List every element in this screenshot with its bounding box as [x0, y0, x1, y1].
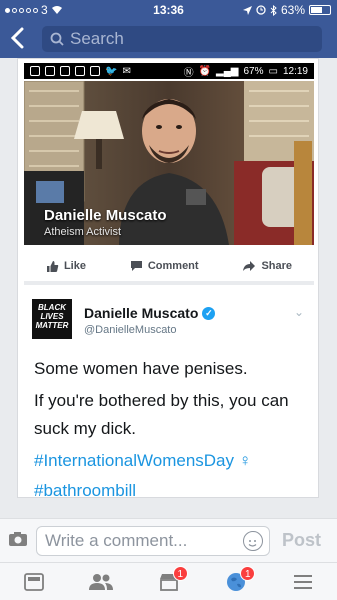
battery-icon — [309, 5, 331, 15]
status-bar: 3 13:36 63% — [0, 0, 337, 20]
tweet-text-line: suck my dick. — [34, 419, 137, 438]
comment-input[interactable]: Write a comment... — [36, 526, 270, 556]
signal-icon: ▂▄▆ — [216, 65, 239, 77]
navigation-bar: Search — [0, 20, 337, 58]
comment-label: Comment — [147, 260, 199, 272]
tab-marketplace[interactable]: 1 — [135, 563, 202, 600]
video-person-caption: Atheism Activist — [44, 226, 122, 238]
tab-news-feed[interactable] — [0, 563, 67, 600]
battery-percent: 63% — [280, 3, 305, 17]
verified-badge-icon: ✓ — [202, 306, 216, 320]
tweet-hashtag: #bathroombill — [34, 481, 137, 498]
like-label: Like — [63, 260, 86, 272]
nfc-icon: Ⓝ — [183, 67, 194, 79]
comment-placeholder: Write a comment... — [45, 531, 188, 550]
share-label: Share — [261, 260, 293, 272]
embedded-tweet: BLACK LIVES MATTER Danielle Muscato ✓ @D… — [24, 291, 314, 498]
chevron-left-icon — [10, 27, 24, 49]
android-battery-percent: 67% — [243, 65, 264, 77]
post-image[interactable]: 🐦 ✉ Ⓝ ⏰ ▂▄▆ 67% ▭ 12:19 Danielle Muscato… — [17, 58, 319, 498]
chevron-down-icon: ⌄ — [293, 305, 304, 319]
thumbs-up-icon — [46, 260, 59, 272]
tweet-author: Danielle Muscato ✓ — [84, 305, 216, 321]
search-icon — [50, 32, 64, 46]
tweet-text-line: Some women have penises. — [34, 359, 248, 378]
tab-menu[interactable] — [270, 563, 337, 600]
tweet-handle: @DanielleMuscato — [84, 324, 177, 336]
tweet-hashtag: #InternationalWomensDay ♀ — [34, 451, 252, 470]
speech-bubble-icon — [130, 261, 142, 271]
video-person-name: Danielle Muscato — [44, 207, 167, 224]
tab-bar: 1 1 — [0, 562, 337, 600]
tweet-author-name: Danielle Muscato — [84, 305, 199, 321]
app-notification-icon — [30, 66, 40, 76]
back-button[interactable] — [10, 27, 30, 51]
camera-button[interactable] — [8, 531, 28, 552]
camera-icon — [9, 532, 27, 546]
alarm-icon: ⏰ — [198, 65, 212, 77]
screenshot-status-bar: 🐦 ✉ Ⓝ ⏰ ▂▄▆ 67% ▭ 12:19 — [24, 63, 314, 79]
like-button[interactable]: Like — [46, 260, 86, 273]
tweet-avatar: BLACK LIVES MATTER — [32, 299, 72, 339]
news-feed-icon — [23, 572, 44, 591]
app-notification-icon — [90, 66, 100, 76]
hamburger-menu-icon — [294, 574, 313, 589]
post-button[interactable]: Post — [282, 530, 321, 551]
android-time: 12:19 — [282, 65, 308, 77]
android-battery-icon: ▭ — [268, 65, 278, 77]
post-actions: Like Comment Share — [24, 251, 314, 285]
notification-badge: 1 — [240, 566, 256, 581]
tweet-text-line: If you're bothered by this, you can — [34, 391, 289, 410]
tab-friends[interactable] — [67, 563, 134, 600]
tab-notifications[interactable]: 1 — [202, 563, 269, 600]
twitter-icon: 🐦 — [105, 65, 118, 77]
share-arrow-icon — [243, 261, 256, 271]
search-field[interactable]: Search — [42, 26, 322, 52]
friends-icon — [89, 573, 114, 590]
search-placeholder: Search — [70, 29, 124, 48]
comment-bar: Write a comment... Post — [0, 518, 337, 562]
comment-button[interactable]: Comment — [130, 260, 199, 272]
app-notification-icon — [75, 66, 85, 76]
mail-icon: ✉ — [122, 65, 131, 77]
app-notification-icon — [60, 66, 70, 76]
bluetooth-icon — [270, 4, 277, 16]
app-notification-icon — [45, 66, 55, 76]
location-icon — [242, 5, 252, 15]
news-feed[interactable]: 🐦 ✉ Ⓝ ⏰ ▂▄▆ 67% ▭ 12:19 Danielle Muscato… — [0, 58, 337, 518]
notification-badge: 1 — [172, 566, 188, 581]
alarm-icon — [256, 5, 266, 15]
share-button[interactable]: Share — [242, 260, 292, 272]
video-thumbnail[interactable]: Danielle Muscato Atheism Activist — [24, 81, 314, 245]
emoji-icon[interactable] — [243, 531, 263, 551]
